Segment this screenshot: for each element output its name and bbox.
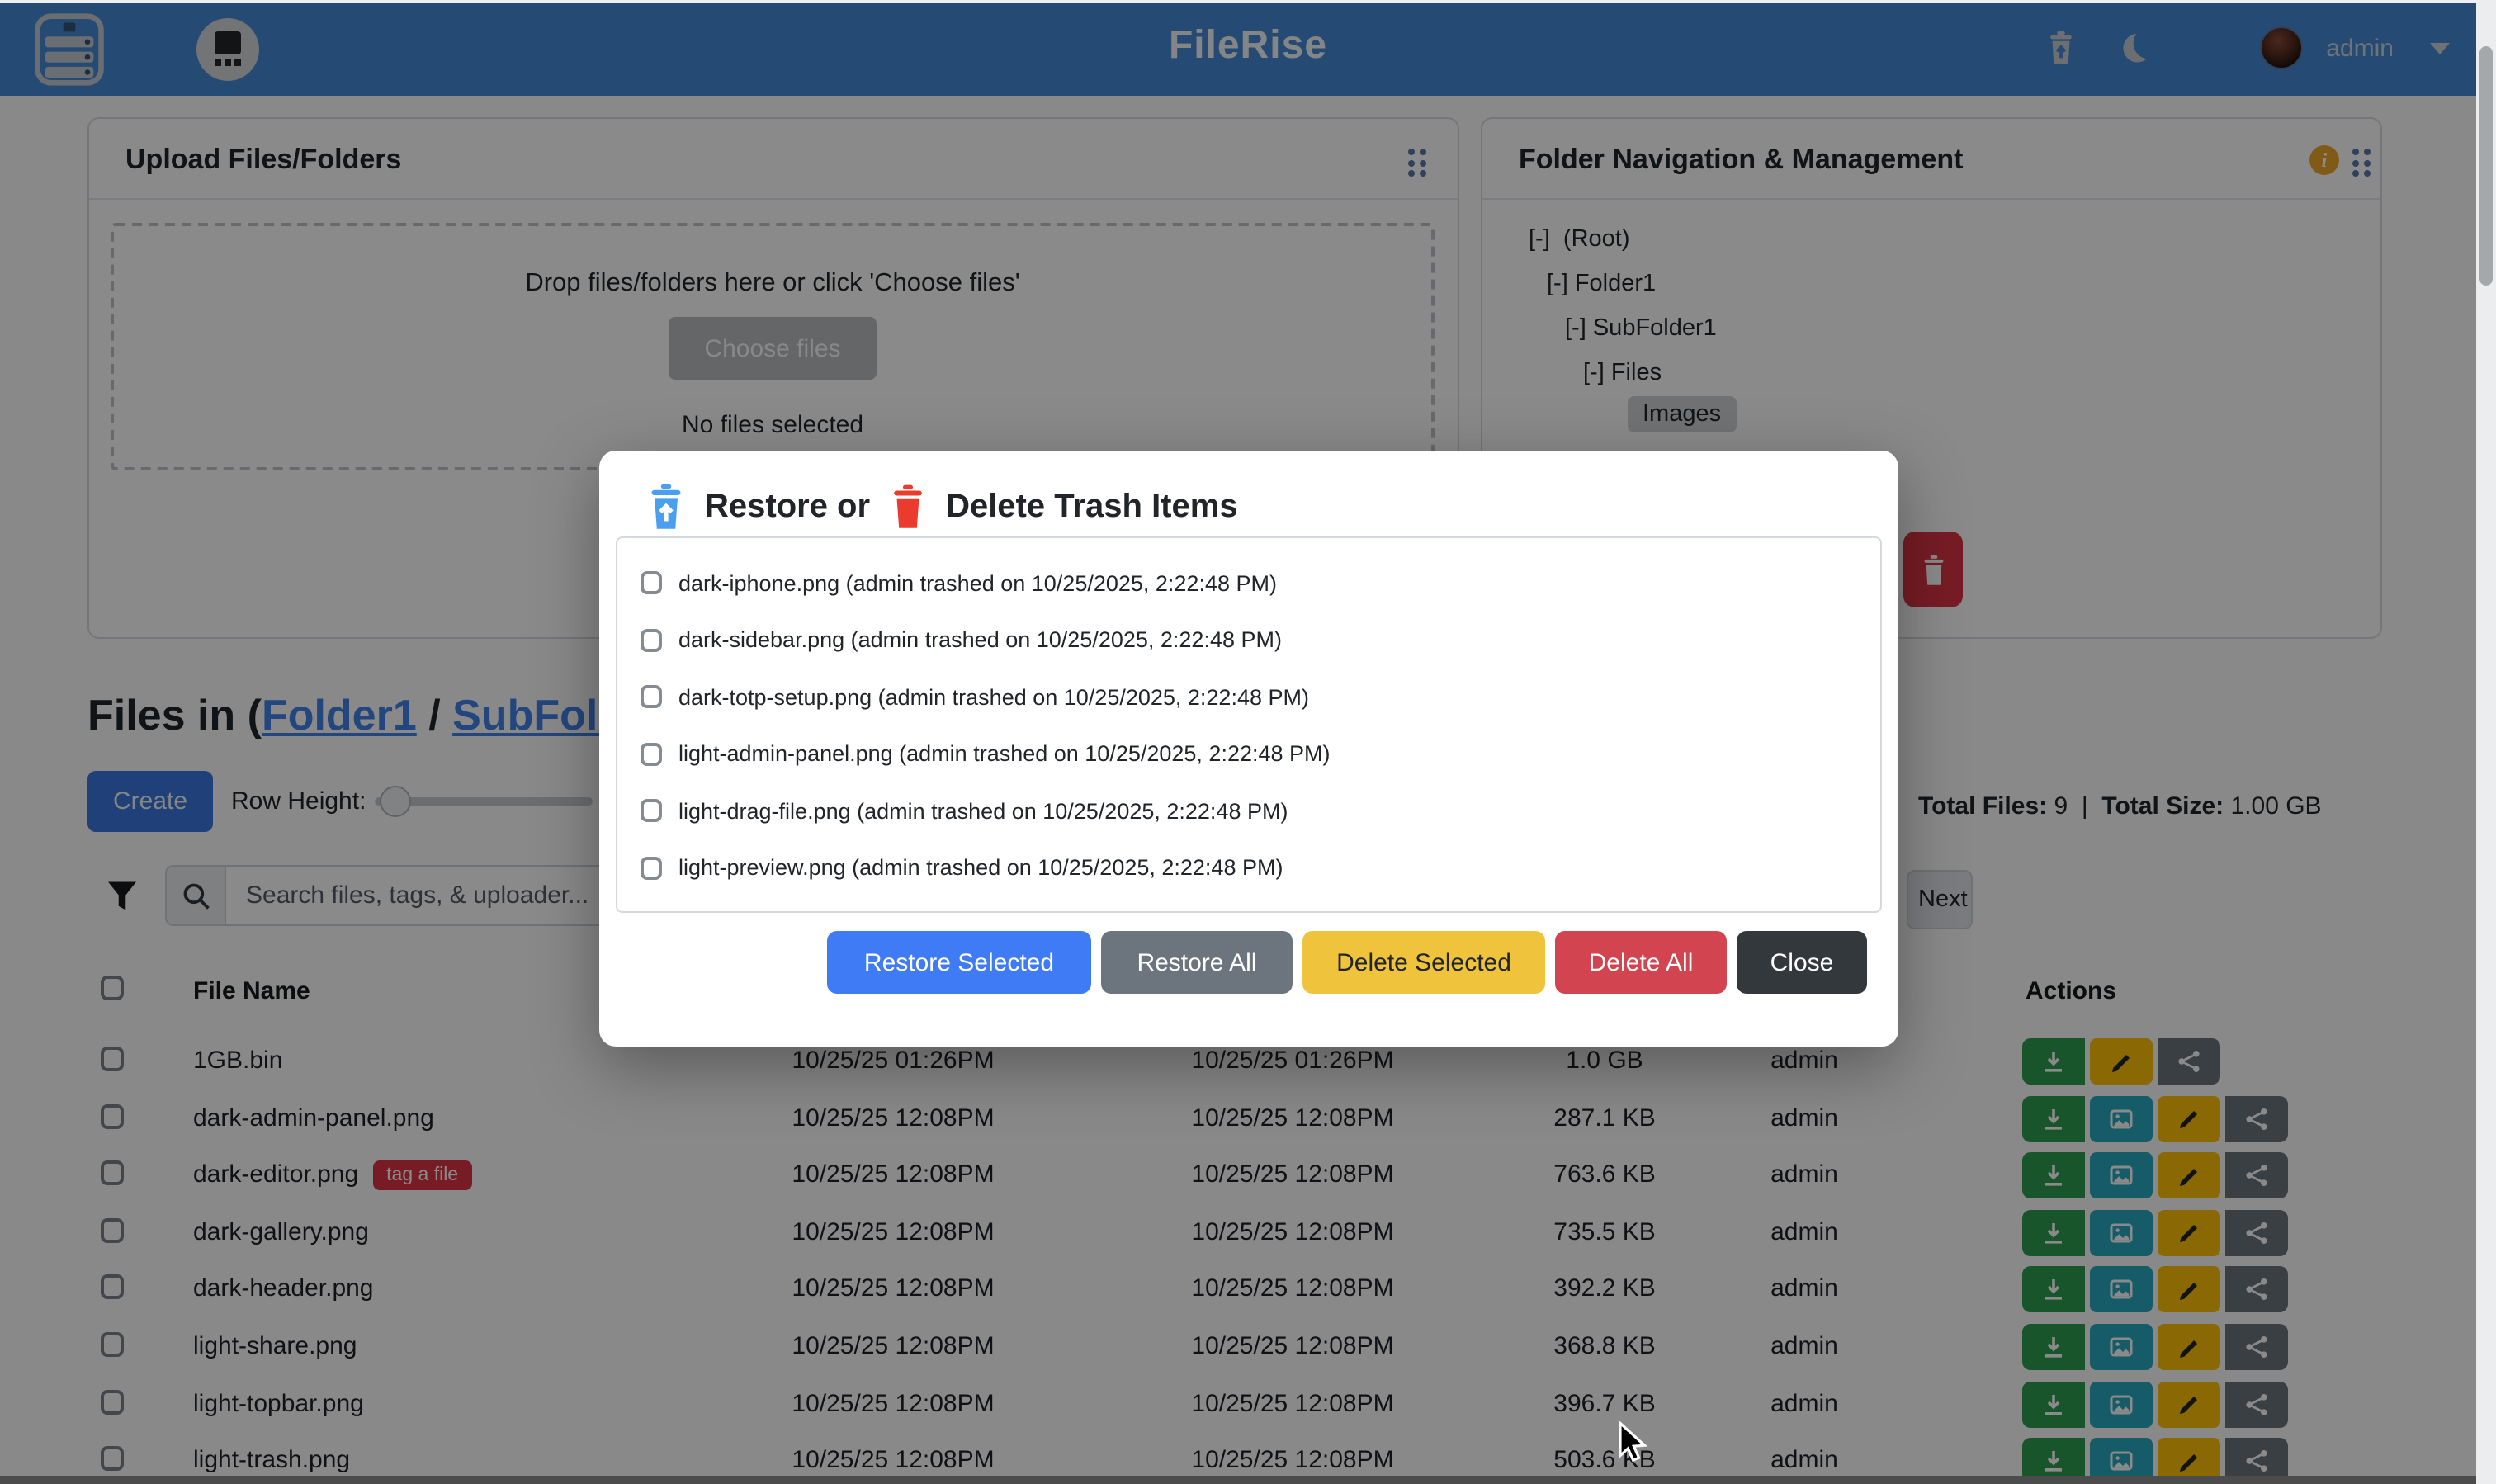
window-top-edge — [0, 0, 2496, 3]
trash-modal: Restore or Delete Trash Items dark-iphon… — [599, 451, 1898, 1047]
item-checkbox[interactable] — [641, 686, 662, 709]
item-checkbox[interactable] — [641, 572, 662, 595]
delete-all-button[interactable]: Delete All — [1555, 931, 1727, 994]
modal-title: Restore or Delete Trash Items — [645, 484, 1238, 530]
screen: FileRise — [0, 0, 2496, 1484]
delete-trash-icon — [888, 484, 928, 530]
scrollbar-thumb[interactable] — [2479, 46, 2493, 286]
restore-selected-button[interactable]: Restore Selected — [827, 931, 1091, 994]
item-checkbox[interactable] — [641, 629, 662, 652]
restore-all-button[interactable]: Restore All — [1101, 931, 1293, 994]
item-checkbox[interactable] — [641, 743, 662, 766]
trash-item: dark-iphone.png (admin trashed on 10/25/… — [641, 555, 1880, 612]
modal-buttons: Restore Selected Restore All Delete Sele… — [827, 931, 1867, 994]
trash-item: dark-sidebar.png (admin trashed on 10/25… — [641, 612, 1880, 669]
mouse-cursor — [1618, 1421, 1654, 1472]
trash-item: light-preview.png (admin trashed on 10/2… — [641, 839, 1880, 896]
trash-item: dark-totp-setup.png (admin trashed on 10… — [641, 669, 1880, 725]
restore-trash-icon — [645, 484, 687, 530]
item-checkbox[interactable] — [641, 800, 662, 823]
trash-item: light-admin-panel.png (admin trashed on … — [641, 725, 1880, 782]
trash-item: light-drag-file.png (admin trashed on 10… — [641, 782, 1880, 839]
close-button[interactable]: Close — [1737, 931, 1867, 994]
scrollbar-track[interactable] — [2476, 0, 2496, 1484]
delete-selected-button[interactable]: Delete Selected — [1302, 931, 1545, 994]
item-checkbox[interactable] — [641, 857, 662, 880]
trash-items-list: dark-iphone.png (admin trashed on 10/25/… — [616, 536, 1882, 913]
